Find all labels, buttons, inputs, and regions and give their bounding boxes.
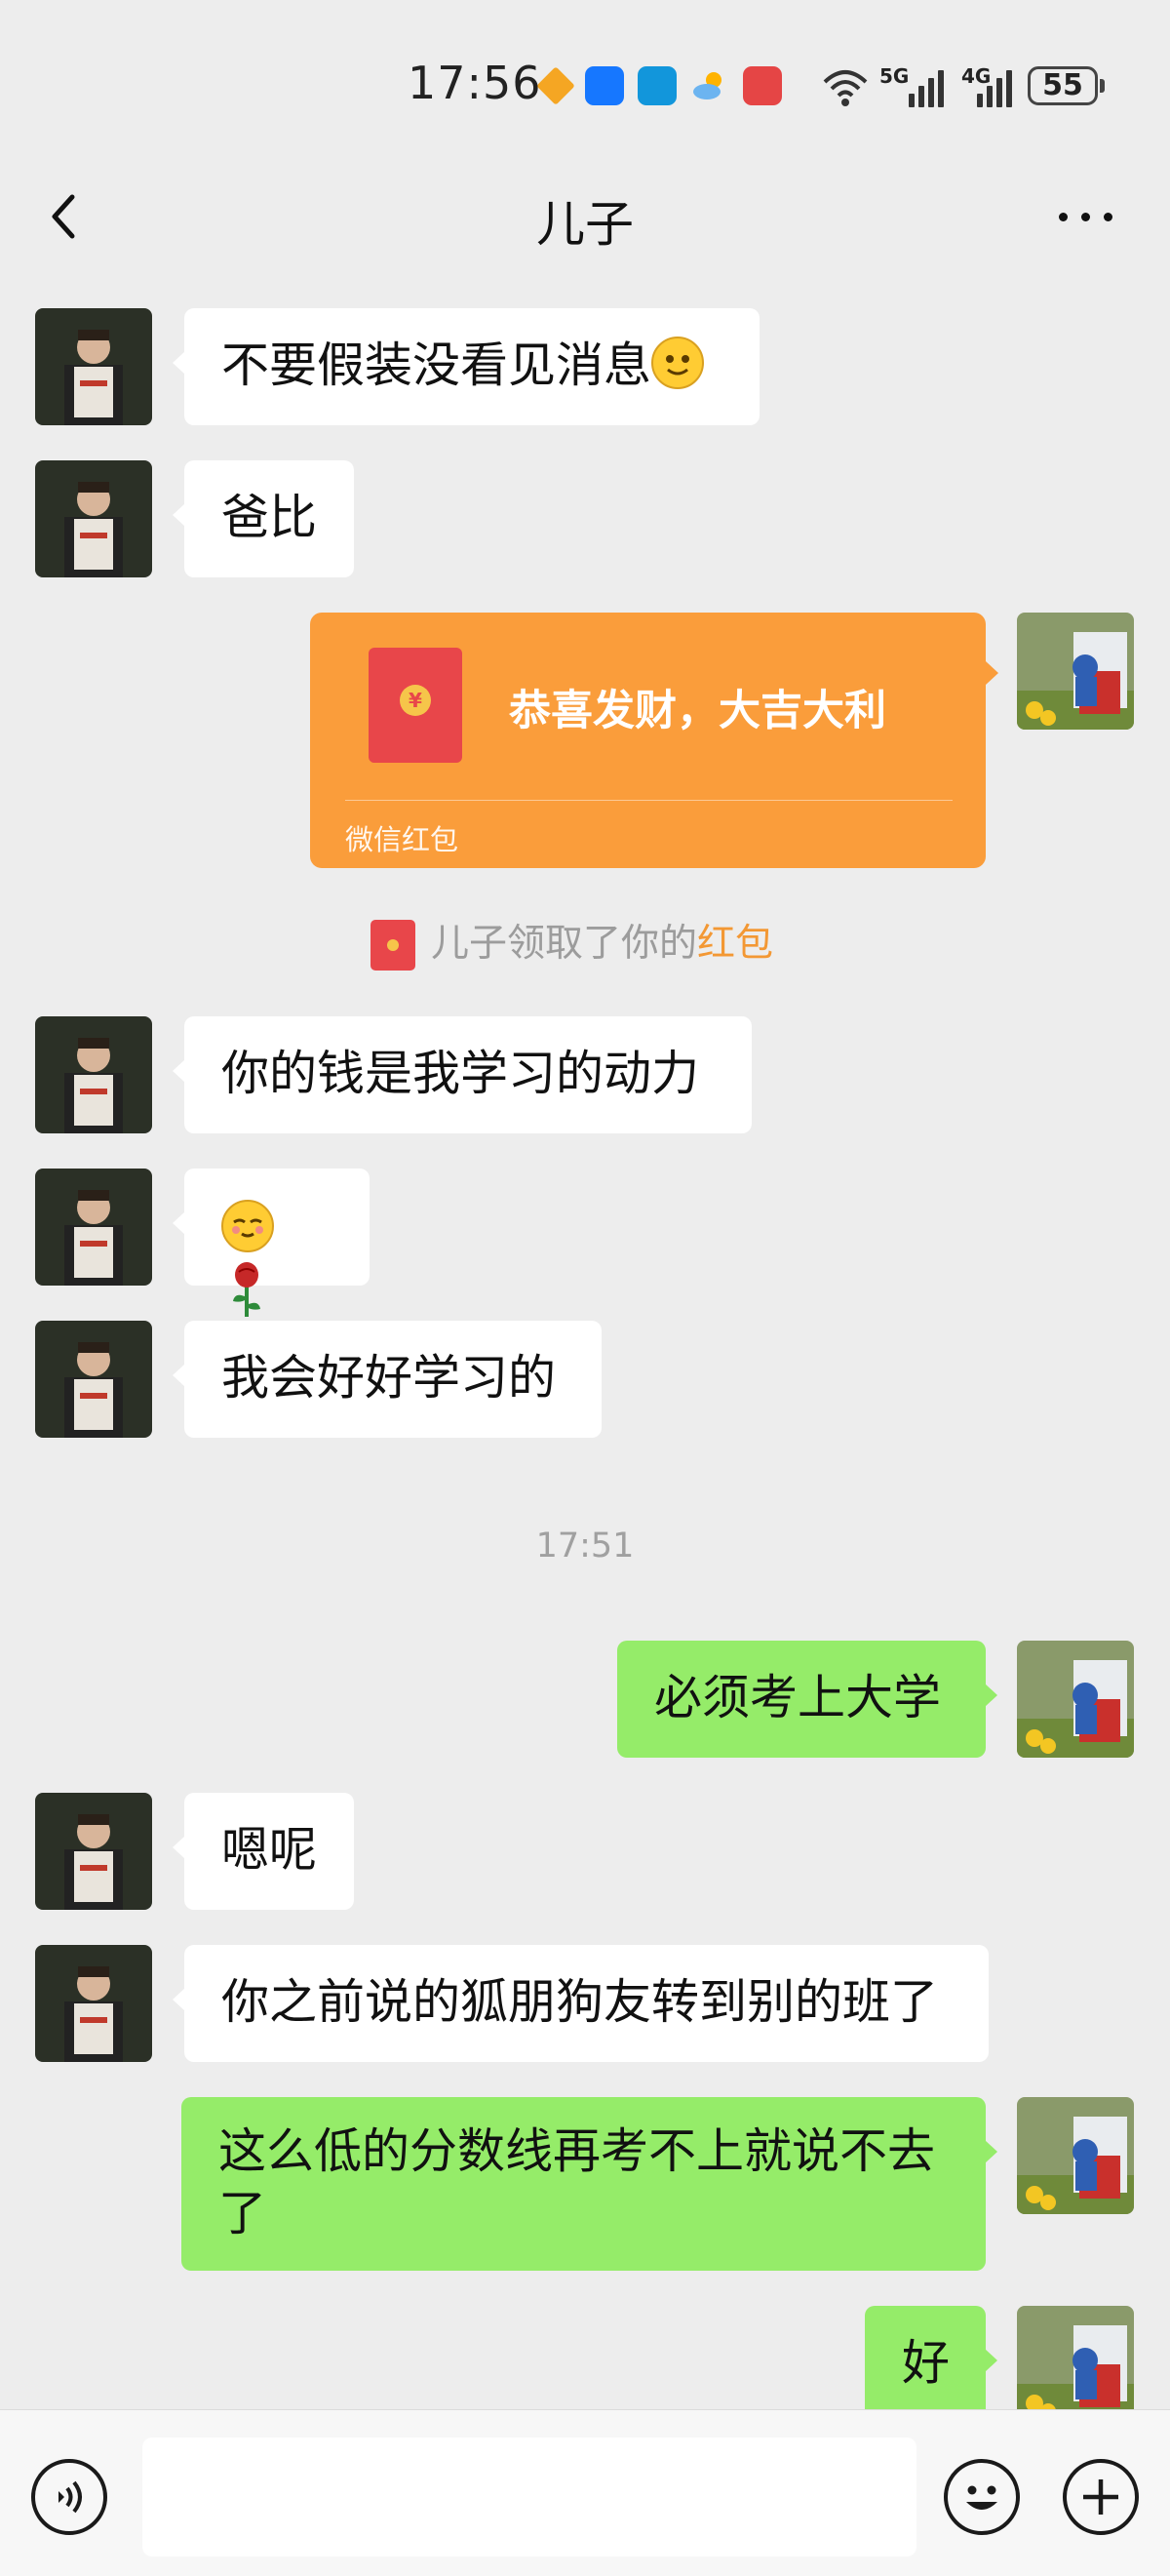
status-time: 17:56 [408, 57, 542, 109]
contact-avatar[interactable] [35, 1169, 152, 1286]
my-avatar[interactable] [1017, 1641, 1134, 1758]
message-bubble-outgoing[interactable]: 必须考上大学 [617, 1641, 997, 1758]
message-text: 好 [902, 2335, 951, 2391]
message-text: 爸比 [221, 490, 318, 545]
signal-5g-icon: 5G [879, 64, 954, 107]
battery-indicator: 55 [1028, 66, 1098, 105]
message-bubble-incoming[interactable] [173, 1169, 370, 1317]
message-text: 必须考上大学 [654, 1670, 942, 1725]
contact-avatar[interactable] [35, 460, 152, 577]
contact-avatar[interactable] [35, 1945, 152, 2062]
message-text: 嗯呢 [221, 1822, 318, 1878]
app-notification-icon [585, 66, 624, 105]
message-bubble-incoming[interactable]: 爸比 [173, 460, 354, 577]
emoji-button[interactable] [944, 2459, 1020, 2535]
message-bubble-incoming[interactable]: 我会好好学习的 [173, 1321, 602, 1438]
notice-text: 儿子领取了你的 [431, 922, 698, 966]
input-bar [0, 2409, 1170, 2576]
status-bar: 17:56 5G 4G 55 [0, 0, 1170, 166]
message-bubble-incoming[interactable]: 不要假装没看见消息 [173, 308, 760, 425]
contact-avatar[interactable] [35, 1793, 152, 1910]
more-dots-icon [1059, 213, 1068, 221]
message-bubble-incoming[interactable]: 你的钱是我学习的动力 [173, 1016, 752, 1133]
plus-button[interactable] [1063, 2459, 1139, 2535]
wifi-icon [821, 64, 870, 107]
weather-icon [690, 66, 729, 105]
contact-avatar[interactable] [35, 1016, 152, 1133]
my-avatar[interactable] [1017, 613, 1134, 730]
message-text: 我会好好学习的 [221, 1350, 557, 1406]
voice-icon [58, 2480, 82, 2514]
rose-emoji-icon [227, 1262, 266, 1317]
contact-avatar[interactable] [35, 1321, 152, 1438]
voice-button[interactable] [31, 2459, 107, 2535]
message-input[interactable] [142, 2437, 916, 2556]
message-text: 不要假装没看见消息 [221, 337, 652, 393]
red-packet-title: 恭喜发财，大吉大利 [509, 687, 886, 735]
emoji-icon [966, 2485, 997, 2510]
message-bubble-incoming[interactable]: 你之前说的狐朋狗友转到别的班了 [173, 1945, 989, 2062]
chat-header: 儿子 [0, 166, 1170, 273]
red-packet-label: 微信红包 [345, 823, 459, 856]
more-button[interactable] [1055, 205, 1117, 228]
plus-icon [1083, 2479, 1118, 2515]
contact-avatar[interactable] [35, 308, 152, 425]
message-text: 这么低的分数线再考不上就说不去了 [218, 2123, 936, 2241]
message-bubble-incoming[interactable]: 嗯呢 [173, 1793, 354, 1910]
message-text: 你的钱是我学习的动力 [221, 1046, 700, 1101]
message-bubble-outgoing[interactable]: 这么低的分数线再考不上就说不去了 [181, 2097, 997, 2271]
my-avatar[interactable] [1017, 2097, 1134, 2214]
app-notification-icon [743, 66, 782, 105]
divider [345, 800, 953, 801]
app-notification-icon [536, 66, 575, 105]
red-packet-message[interactable]: ¥ 恭喜发财，大吉大利 微信红包 [310, 613, 998, 868]
battery-nub [1100, 79, 1105, 93]
red-packet-icon [370, 920, 415, 971]
blushing-emoji-icon [221, 1200, 274, 1252]
app-notification-icon [638, 66, 677, 105]
time-divider: 17:51 [535, 1526, 635, 1565]
my-avatar[interactable] [1017, 2306, 1134, 2423]
chat-title: 儿子 [536, 196, 634, 253]
red-packet-link[interactable]: 红包 [697, 922, 773, 966]
smile-emoji-icon [651, 337, 705, 389]
message-bubble-outgoing[interactable]: 好 [865, 2306, 997, 2423]
red-packet-icon: ¥ [369, 648, 462, 763]
message-text: 你之前说的狐朋狗友转到别的班了 [221, 1974, 939, 2030]
signal-4g-icon: 4G [961, 64, 1020, 107]
